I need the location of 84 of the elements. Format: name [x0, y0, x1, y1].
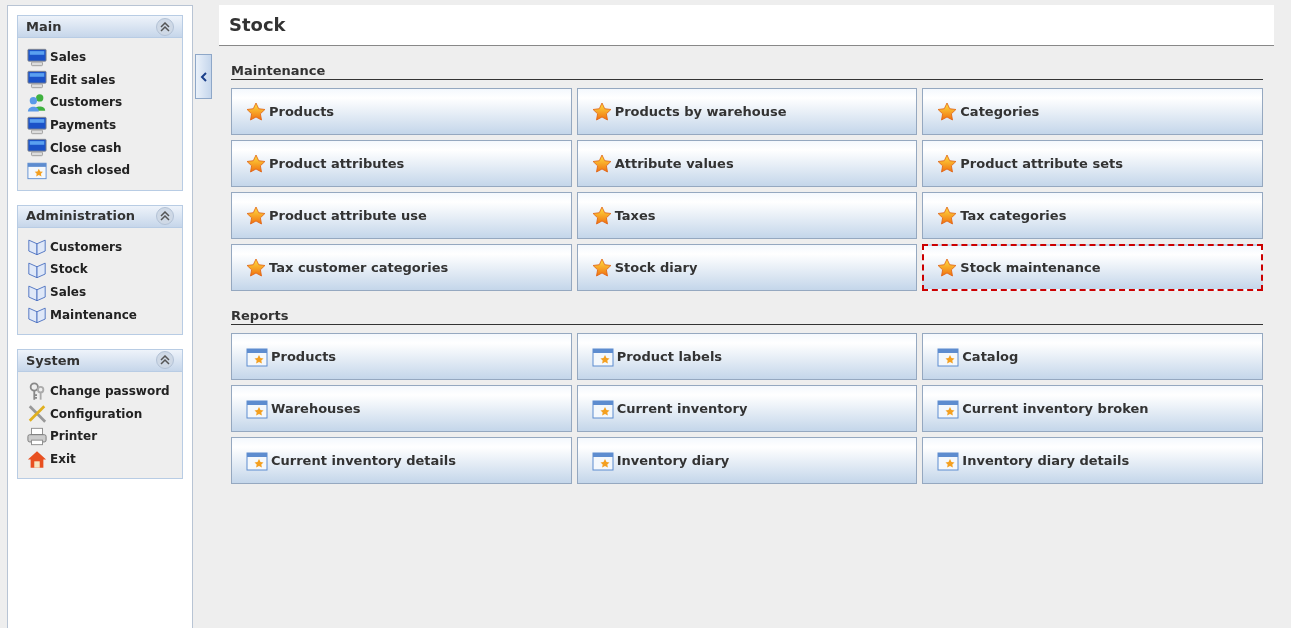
menu-button[interactable]: Products [231, 88, 572, 135]
star-icon [591, 257, 612, 278]
star-icon [937, 257, 958, 278]
star-icon [246, 153, 266, 174]
calendar-icon [246, 450, 268, 471]
book-icon [27, 282, 47, 302]
menu-item[interactable]: Configuration [27, 402, 174, 426]
calendar-icon [246, 398, 268, 419]
menu-button[interactable]: Product labels [576, 333, 918, 380]
menu-item[interactable]: Customers [27, 235, 174, 259]
star-icon [246, 257, 266, 278]
star-icon [246, 101, 266, 122]
calendar-icon [937, 346, 960, 367]
menu-button[interactable]: Tax customer categories [231, 244, 572, 291]
section-heading: Maintenance [231, 63, 1263, 80]
menu-button[interactable]: Product attribute sets [922, 140, 1263, 187]
star-icon [591, 153, 612, 174]
chevron-up-icon [160, 211, 170, 222]
calendar-icon [937, 450, 960, 471]
monitor-icon [27, 70, 47, 90]
menu-button[interactable]: Product attributes [231, 140, 572, 187]
menu-button[interactable]: Current inventory details [231, 437, 572, 484]
menu-button[interactable]: Attribute values [576, 140, 918, 187]
monitor-icon [27, 115, 47, 135]
menu-button[interactable]: Current inventory broken [922, 385, 1263, 432]
menu-button[interactable]: Categories [922, 88, 1263, 135]
star-icon [937, 153, 958, 174]
menu-item[interactable]: Exit [27, 447, 174, 471]
collapse-sidebar-button[interactable] [195, 54, 212, 99]
star-icon [591, 101, 612, 122]
menu-item[interactable]: Maintenance [27, 303, 174, 326]
printer-icon [27, 426, 47, 446]
menu-item[interactable]: Payments [27, 113, 174, 137]
collapse-toggle[interactable] [156, 351, 174, 370]
menu-button[interactable]: Current inventory [576, 385, 918, 432]
menu-item[interactable]: Printer [27, 425, 174, 448]
section-heading: Reports [231, 308, 1263, 325]
menu-item[interactable]: Sales [27, 280, 174, 304]
calendar-icon [246, 346, 268, 367]
menu-item[interactable]: Close cash [27, 136, 174, 159]
calendar-icon [937, 398, 960, 419]
menu-item[interactable]: Stock [27, 258, 174, 281]
house-icon [27, 449, 47, 469]
book-icon [27, 259, 47, 279]
menu-button[interactable]: Stock diary [576, 244, 918, 291]
tools-icon [27, 404, 47, 424]
menu-button[interactable]: Products by warehouse [576, 88, 918, 135]
menu-item[interactable]: Customers [27, 91, 174, 114]
panel-title: Administration [26, 207, 136, 226]
calendar-icon [591, 346, 614, 367]
menu-item[interactable]: Edit sales [27, 68, 174, 92]
book-icon [27, 237, 47, 257]
calendar-icon [27, 160, 47, 180]
monitor-icon [27, 47, 47, 67]
menu-button[interactable]: Warehouses [231, 385, 572, 432]
star-icon [591, 205, 612, 226]
star-icon [937, 205, 958, 226]
menu-button[interactable]: Product attribute use [231, 192, 572, 239]
menu-item[interactable]: Change password [27, 379, 174, 403]
panel-title: Main [26, 17, 62, 36]
menu-button[interactable]: Stock maintenance [922, 244, 1263, 291]
menu-button[interactable]: Inventory diary [576, 437, 918, 484]
monitor-icon [27, 138, 47, 158]
calendar-icon [591, 398, 614, 419]
panel-title: System [26, 351, 81, 370]
collapse-toggle[interactable] [156, 207, 174, 226]
menu-button[interactable]: Taxes [576, 192, 918, 239]
page-title: Stock [219, 5, 1274, 46]
calendar-icon [591, 450, 614, 471]
menu-button[interactable]: Tax categories [922, 192, 1263, 239]
star-icon [246, 205, 266, 226]
menu-button[interactable]: Products [231, 333, 572, 380]
collapse-toggle[interactable] [156, 17, 174, 36]
menu-button[interactable]: Inventory diary details [922, 437, 1263, 484]
chevron-up-icon [160, 355, 170, 366]
book-icon [27, 305, 47, 325]
chevron-up-icon [160, 21, 170, 32]
keys-icon [27, 381, 47, 401]
menu-button[interactable]: Catalog [922, 333, 1263, 380]
people-icon [27, 93, 47, 112]
menu-item[interactable]: Cash closed [27, 158, 174, 182]
menu-item[interactable]: Sales [27, 46, 174, 69]
chevron-left-icon [199, 71, 208, 82]
star-icon [937, 101, 958, 122]
